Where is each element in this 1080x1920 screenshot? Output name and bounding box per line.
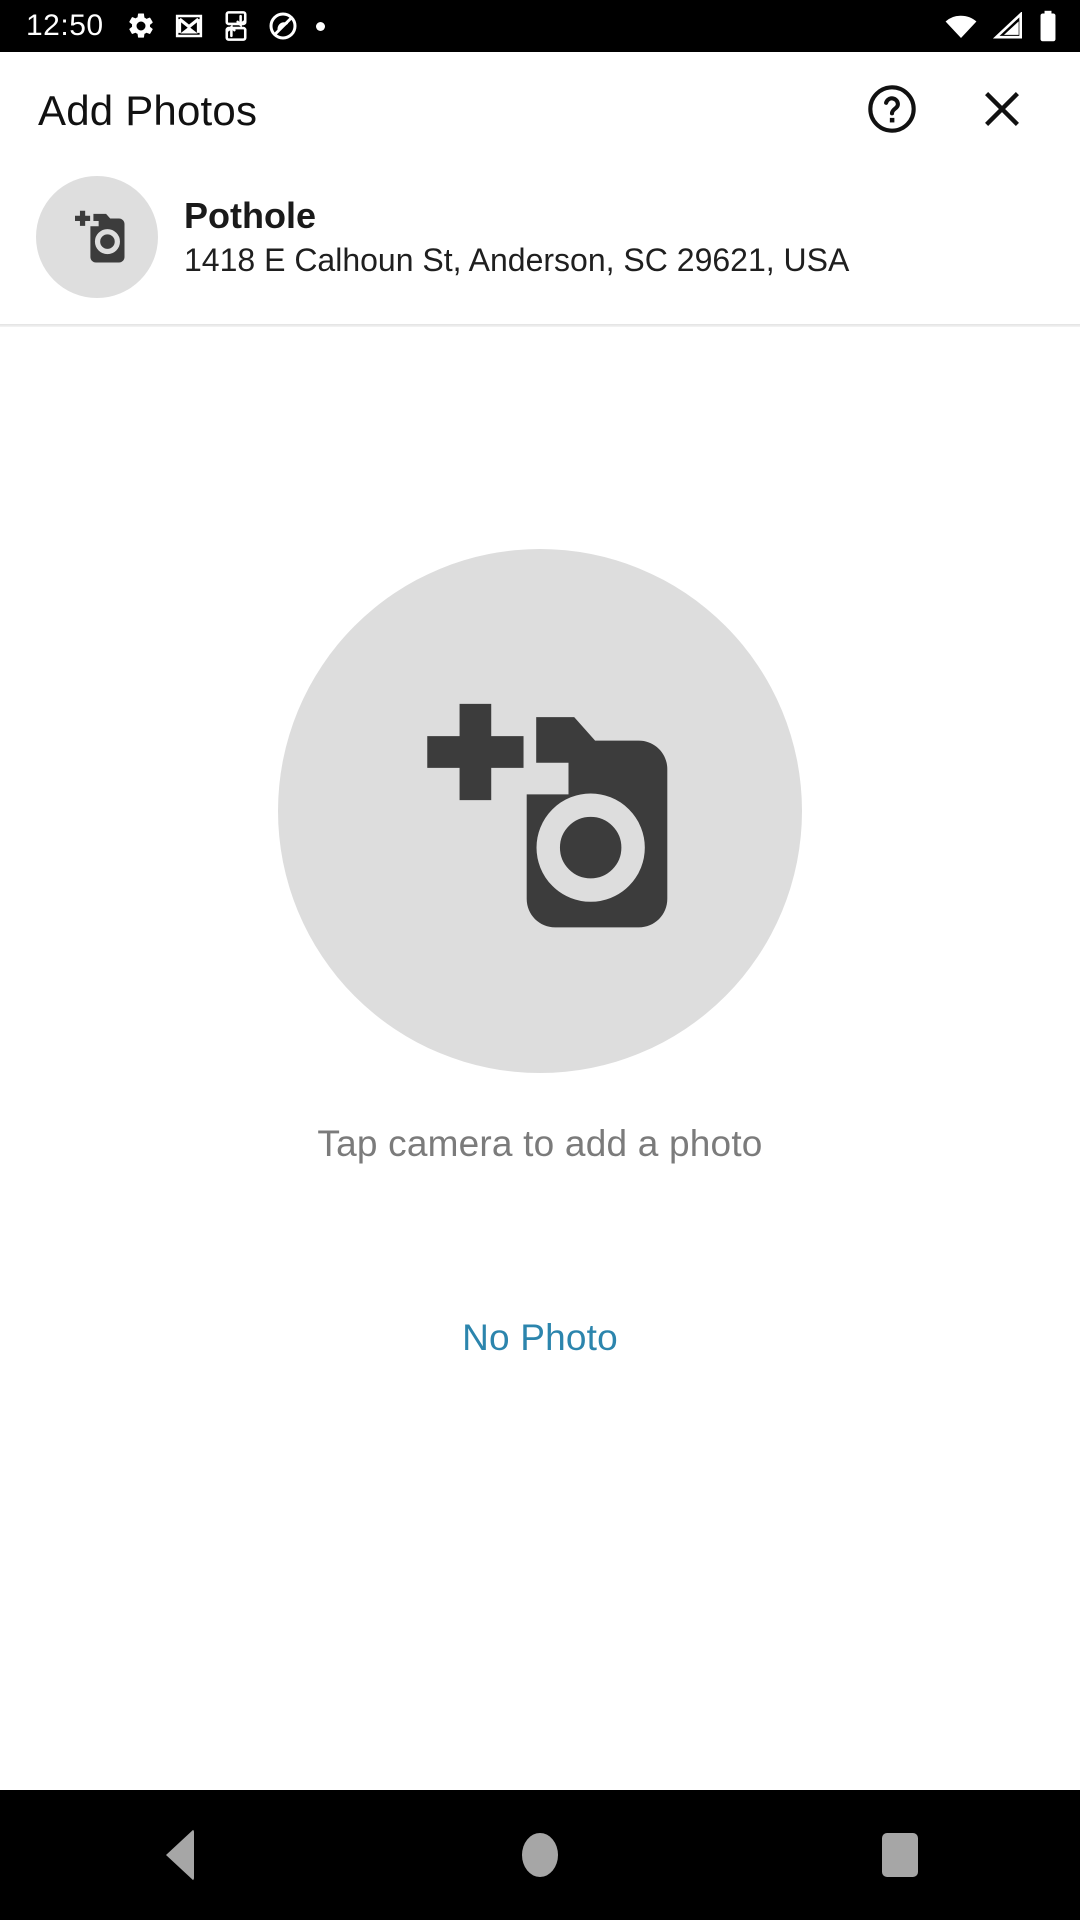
page-title: Add Photos bbox=[38, 87, 258, 134]
app-header: Add Photos bbox=[0, 52, 1080, 170]
status-bar: 12:50 bbox=[0, 0, 1080, 52]
wifi-icon bbox=[944, 12, 978, 40]
do-not-disturb-icon bbox=[268, 11, 298, 41]
gmail-icon bbox=[174, 11, 204, 41]
android-navigation-bar bbox=[0, 1790, 1080, 1920]
cell-signal-icon bbox=[992, 12, 1024, 40]
avatar bbox=[36, 176, 158, 298]
status-notification-icons bbox=[126, 11, 944, 41]
no-photo-link[interactable]: No Photo bbox=[462, 1319, 618, 1356]
add-a-photo-icon bbox=[64, 202, 130, 273]
add-a-photo-icon bbox=[388, 657, 692, 966]
nav-recents-button[interactable] bbox=[810, 1790, 990, 1920]
back-triangle-icon bbox=[166, 1829, 194, 1881]
help-circle-icon bbox=[866, 83, 918, 140]
report-info-text: Pothole 1418 E Calhoun St, Anderson, SC … bbox=[184, 195, 849, 279]
add-photo-button[interactable] bbox=[278, 549, 802, 1073]
help-button[interactable] bbox=[850, 69, 934, 153]
phone-screen: 12:50 Add Photos Pothole 1418 E Calhoun … bbox=[0, 0, 1080, 1920]
main-content: Tap camera to add a photo No Photo bbox=[0, 327, 1080, 1790]
data-transfer-icon bbox=[222, 11, 250, 41]
home-circle-icon bbox=[522, 1833, 558, 1877]
camera-dropzone: Tap camera to add a photo bbox=[278, 549, 802, 1162]
nav-back-button[interactable] bbox=[90, 1790, 270, 1920]
battery-icon bbox=[1038, 10, 1058, 42]
report-title: Pothole bbox=[184, 195, 316, 237]
recents-square-icon bbox=[882, 1833, 918, 1877]
close-x-icon bbox=[977, 84, 1027, 139]
report-address: 1418 E Calhoun St, Anderson, SC 29621, U… bbox=[184, 241, 850, 278]
status-clock: 12:50 bbox=[26, 9, 104, 42]
settings-gear-icon bbox=[126, 11, 156, 41]
report-info-row: Pothole 1418 E Calhoun St, Anderson, SC … bbox=[0, 170, 1080, 324]
status-system-icons bbox=[944, 10, 1058, 42]
camera-hint-text: Tap camera to add a photo bbox=[317, 1123, 763, 1164]
nav-home-button[interactable] bbox=[450, 1790, 630, 1920]
close-button[interactable] bbox=[960, 69, 1044, 153]
notification-dot-icon bbox=[315, 21, 325, 31]
